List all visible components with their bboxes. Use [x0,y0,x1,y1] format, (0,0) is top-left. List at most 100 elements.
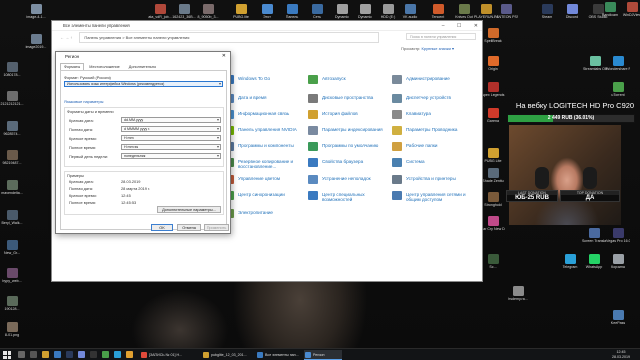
obs-icon[interactable] [90,351,97,358]
long-date-select[interactable]: d MMMM yyyy г. [121,126,221,132]
maximize-icon[interactable]: ☐ [457,23,461,29]
desktop-icon[interactable]: Этот [255,4,279,19]
control-panel-item[interactable]: Параметры индексирования [308,126,390,135]
desktop-icon[interactable]: mavendelta... [0,180,24,195]
desktop-icon[interactable]: Dynamic [330,4,354,19]
desktop-icon[interactable]: Steam [535,4,559,19]
desktop-icon[interactable]: image-4-1... [24,4,48,19]
desktop-icon[interactable]: 190128... [0,296,24,311]
control-panel-item[interactable]: Параметры Проводника [392,126,474,135]
desktop-icon[interactable]: VK audio [398,4,422,19]
control-panel-item[interactable]: Устранение неполадок [308,175,390,184]
desktop-icon[interactable]: PANTEON PSSR [494,4,518,19]
close-icon[interactable]: ✕ [222,52,226,61]
region-dialog-titlebar[interactable]: Регион ✕ [56,52,230,61]
desktop-icon[interactable]: Sc... [481,254,505,269]
desktop-icon[interactable]: 98219487... [0,150,24,165]
control-panel-item[interactable]: Программы и компоненты [224,142,306,151]
desktop-icon[interactable]: Discord [560,4,584,19]
desktop-icon[interactable]: WinDJView [620,2,640,17]
taskbar-app-button[interactable]: pubglite_12_03_201... [202,350,252,360]
app-icon[interactable] [102,351,109,358]
desktop-icon[interactable]: 9628574... [0,121,24,136]
desktop-icon[interactable]: Bandicam [598,2,622,17]
desktop-icon[interactable]: hsdemy.ra... [506,286,530,301]
control-panel-item[interactable]: Программы по умолчанию [308,142,390,151]
desktop-icon[interactable]: Stronghold [481,192,505,207]
view-by-select[interactable]: Крупные значки ▾ [422,46,454,51]
system-clock[interactable]: 12:45 28.03.2019 [612,350,630,360]
taskbar-app-button[interactable]: Регион [304,350,342,360]
desktop-icon[interactable]: Dynamic [353,4,377,19]
desktop-icon[interactable]: New_Gr... [0,240,24,255]
control-panel-item[interactable]: Центр управления сетями и общим доступом [392,191,474,202]
desktop-icon[interactable]: KeePass [606,310,630,325]
desktop-icon[interactable]: PUBG.lite [229,4,253,19]
control-panel-item[interactable]: Диспетчер устройств [392,94,474,103]
desktop-icon[interactable]: 162423_36B... [172,4,196,19]
control-panel-item[interactable]: Рабочие папки [392,142,474,151]
desktop-icon[interactable]: SpellBreak [481,28,505,43]
control-panel-item[interactable]: История файлов [308,110,390,119]
control-panel-item[interactable]: Резервное копирование и восстановление..… [224,158,306,169]
file-explorer-icon[interactable] [42,351,49,358]
minimize-icon[interactable]: – [442,23,445,29]
desktop-icon[interactable]: Telegram [558,254,582,269]
desktop-icon[interactable]: Tencent [426,4,450,19]
apply-button[interactable]: Применить [204,224,229,231]
control-panel-item[interactable]: Windows To Go [224,75,306,84]
desktop-icon[interactable]: Far Cry New Dawn [481,216,505,231]
desktop-icon[interactable]: 2121212121... [0,91,24,106]
steam-icon[interactable] [66,351,73,358]
discord-icon[interactable] [78,351,85,358]
control-panel-item[interactable]: Дата и время [224,94,306,103]
close-icon[interactable]: ✕ [474,23,478,29]
desktop-icon[interactable]: Vegas Pro 16.0 [606,228,630,243]
control-panel-item[interactable]: Управление цветом [224,175,306,184]
control-panel-item[interactable]: Информационная связь [224,110,306,119]
desktop-icon[interactable]: Wondershare Filmora [606,56,630,71]
desktop-icon[interactable]: Knives Out [452,4,476,19]
ok-button[interactable]: OK [151,224,173,231]
format-select[interactable]: Использовать язык интерфейса Windows (ре… [64,81,223,87]
control-panel-item[interactable]: Клавиатура [392,110,474,119]
control-panel-item[interactable]: Центр синхронизации [224,191,306,200]
desktop-icon[interactable]: 1080178... [0,62,24,77]
control-panel-item[interactable]: Электропитание [224,209,306,218]
desktop-icon[interactable]: Сеть [305,4,329,19]
desktop-icon[interactable]: Beryl_Walk... [0,210,24,225]
telegram-icon[interactable] [114,351,121,358]
desktop-icon[interactable]: image2019... [24,34,48,49]
search-icon[interactable] [18,351,25,358]
start-button[interactable] [3,351,11,359]
control-panel-item[interactable]: Дисковые пространства [308,94,390,103]
control-panel-item[interactable]: Свойства браузера [308,158,390,167]
short-time-select[interactable]: H:mm [121,135,221,141]
desktop-icon[interactable]: uTorrent [606,82,630,97]
desktop-icon[interactable]: Apex Legends [481,82,505,97]
desktop-icon[interactable]: HDD (E:) [376,4,400,19]
taskbar-app-button[interactable]: Все элементы пан... [256,350,300,360]
edge-icon[interactable] [54,351,61,358]
view-by[interactable]: Просмотр: Крупные значки ▾ [401,46,454,51]
desktop-icon[interactable]: Shade Zenitu [481,168,505,183]
task-view-icon[interactable] [30,351,37,358]
desktop-icon[interactable]: Панель [280,4,304,19]
desktop-icon[interactable]: WhatsApp [582,254,606,269]
additional-settings-button[interactable]: Дополнительные параметры... [157,206,221,213]
desktop-icon[interactable]: Streamlabs OBS [583,56,607,71]
desktop-icon[interactable]: ata_vdR_job... [148,4,172,19]
control-panel-item[interactable]: Автозапуск [308,75,390,84]
search-input[interactable]: Поиск в панели управления [406,33,476,40]
chrome-icon[interactable] [126,351,133,358]
desktop-icon[interactable]: Screen Translator [582,228,606,243]
desktop-icon[interactable]: Origin [481,56,505,71]
control-panel-titlebar[interactable]: Все элементы панели управления – ☐ ✕ [52,21,482,31]
control-panel-item[interactable]: Администрирование [392,75,474,84]
long-time-select[interactable]: H:mm:ss [121,144,221,150]
language-prefs-link[interactable]: Языковые параметры [64,99,103,104]
cancel-button[interactable]: Отмена [177,224,201,231]
control-panel-item[interactable]: Панель управления NVIDIA [224,126,306,135]
taskbar-app-button[interactable]: [ЗАПИСЬ № 01] Н... [140,350,198,360]
control-panel-item[interactable]: Центр специальных возможностей [308,191,390,202]
